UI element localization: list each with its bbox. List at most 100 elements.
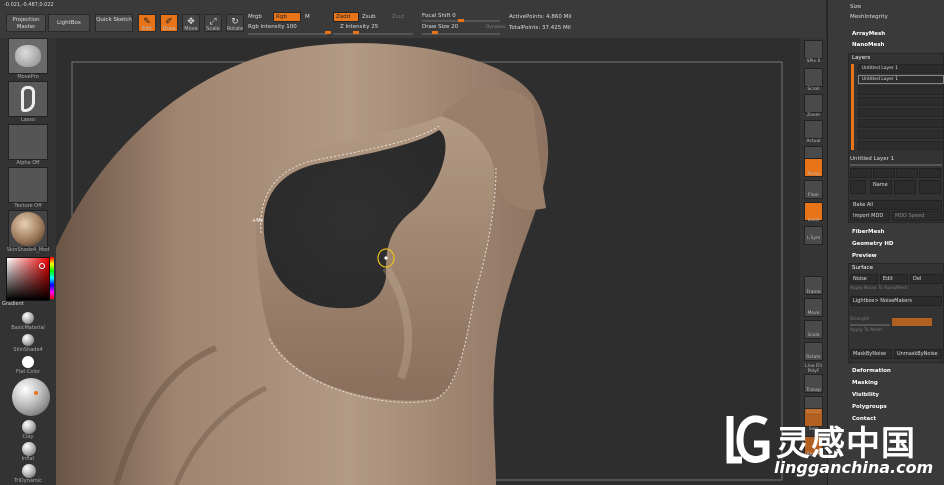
tool-palette: Size MeshIntegrity ArrayMesh NanoMesh La… <box>827 0 944 485</box>
unmask-by-noise-button[interactable]: UnmaskByNoise <box>894 349 942 359</box>
preview-header[interactable]: Preview <box>852 253 877 259</box>
alpha-thumbnail[interactable] <box>8 124 48 160</box>
strength-track[interactable] <box>850 324 890 326</box>
layer-row-1[interactable]: Untitled Layer 1 <box>858 64 944 73</box>
zoom-button[interactable] <box>804 94 823 113</box>
arraymesh-header[interactable]: ArrayMesh <box>852 31 885 37</box>
delete-layer-button[interactable] <box>919 168 941 178</box>
move-down-button[interactable] <box>873 168 895 178</box>
rgb-intensity-track <box>248 33 328 35</box>
z-intensity-handle[interactable] <box>353 31 359 34</box>
scroll-button[interactable] <box>804 68 823 87</box>
layer-name-label: Untitled Layer 1 <box>850 156 895 162</box>
clay-sphere[interactable] <box>22 420 36 434</box>
geometry-hd-header[interactable]: Geometry HD <box>852 241 894 247</box>
layer-copy-button[interactable] <box>894 180 916 194</box>
zcut-button[interactable]: Zcut <box>392 14 404 20</box>
main-material-sphere[interactable] <box>12 378 50 416</box>
deformation-header[interactable]: Deformation <box>852 368 891 374</box>
flat-color-label: Flat Color <box>16 369 40 375</box>
layer-row-empty[interactable] <box>858 108 944 117</box>
surface-header[interactable]: Surface <box>852 265 873 271</box>
layer-row-empty[interactable] <box>858 97 944 106</box>
flat-color-sphere[interactable] <box>22 356 34 368</box>
tridynamic-sphere[interactable] <box>22 464 36 478</box>
rgb-button[interactable]: Rgb <box>273 12 301 22</box>
polygroups-header[interactable]: Polygroups <box>852 404 887 410</box>
layer-thumb-button[interactable] <box>850 180 866 194</box>
brush-thumbnail[interactable] <box>8 38 48 74</box>
mrgb-button[interactable]: Mrgb <box>248 14 262 20</box>
apply-to-mesh-button[interactable]: Apply To Mesh <box>850 328 882 333</box>
hue-slider[interactable] <box>50 257 54 299</box>
inflat-sphere[interactable] <box>22 442 36 456</box>
quick-sketch-button[interactable]: Quick Sketch <box>95 14 133 32</box>
actual-button[interactable] <box>804 120 823 139</box>
import-mdd-button[interactable]: Import MDD <box>850 211 890 221</box>
nanomesh-header[interactable]: NanoMesh <box>852 42 884 48</box>
texture-thumbnail[interactable] <box>8 167 48 203</box>
mdd-speed-slider[interactable]: MDD Speed <box>892 211 942 221</box>
projection-master-button[interactable]: Projection Master <box>6 14 46 32</box>
spix-label: SPix 0 <box>806 59 821 64</box>
apply-noise-nanomesh[interactable]: Apply Noise To NanoMesh <box>850 286 908 291</box>
zsub-button[interactable]: Zsub <box>362 14 376 20</box>
bake-all-button[interactable]: Bake All <box>850 200 942 210</box>
m-button[interactable]: M <box>305 14 310 20</box>
lightbox-noisemakers-button[interactable]: Lightbox> NoiseMakers <box>850 296 942 306</box>
bpr-button[interactable] <box>804 40 823 59</box>
noise-button[interactable]: Noise <box>850 274 878 284</box>
total-points: TotalPoints: 37.425 Mil <box>509 25 571 31</box>
clay-label: Clay <box>22 434 34 440</box>
brush-icon <box>15 45 41 67</box>
layer-split-button[interactable] <box>919 180 941 194</box>
noise-edit-button[interactable]: Edit <box>880 274 908 284</box>
lg-logo-icon <box>726 415 770 464</box>
rotate-label: Rotate <box>226 26 244 32</box>
strength-value-bar[interactable] <box>892 318 932 326</box>
focal-shift-handle[interactable] <box>458 19 464 22</box>
watermark-url: lingganchina.com <box>774 458 934 477</box>
lasso-icon <box>21 86 35 112</box>
material-thumbnail[interactable] <box>8 210 48 248</box>
layer-row-empty[interactable] <box>858 86 944 95</box>
dynamic-toggle[interactable]: Dynamic <box>486 25 506 30</box>
material-sphere-icon <box>11 212 45 246</box>
rgb-intensity-handle[interactable] <box>325 31 331 34</box>
lightbox-button[interactable]: LightBox <box>48 14 90 32</box>
persp-label: Persp <box>807 172 820 177</box>
draw-size-slider[interactable]: Draw Size 20 <box>422 24 458 30</box>
layer-row-empty[interactable] <box>858 141 944 150</box>
mask-by-noise-button[interactable]: MaskByNoise <box>850 349 892 359</box>
strength-slider[interactable]: Strength <box>850 317 869 322</box>
layers-header[interactable]: Layers <box>852 55 870 61</box>
layers-scrollbar[interactable] <box>851 64 854 150</box>
layer-name-button[interactable]: Name <box>870 180 892 194</box>
masking-header[interactable]: Masking <box>852 380 878 386</box>
viewport-canvas[interactable]: +Mk <box>56 38 800 485</box>
basic-material-sphere[interactable] <box>22 312 34 324</box>
watermark-logo <box>722 408 774 476</box>
redo-button[interactable] <box>896 168 918 178</box>
rgb-intensity-slider[interactable]: Rgb Intensity 100 <box>248 24 297 30</box>
transp-label: Transp <box>806 388 821 393</box>
layer-row-2[interactable]: Untitled Layer 1 <box>858 75 944 84</box>
tridynamic-label: TriDynamic <box>14 478 42 484</box>
visibility-header[interactable]: Visibility <box>852 392 879 398</box>
noise-del-button[interactable]: Del <box>910 274 942 284</box>
focal-shift-slider[interactable]: Focal Shift 0 <box>422 13 456 19</box>
draw-size-handle[interactable] <box>432 31 438 34</box>
layer-intensity-track[interactable] <box>850 164 942 166</box>
size-item[interactable]: Size <box>850 4 861 10</box>
skinshade-sphere[interactable] <box>22 334 34 346</box>
scale-label: Scale <box>206 26 220 32</box>
meshintegrity-item[interactable]: MeshIntegrity <box>850 14 888 20</box>
zadd-button[interactable]: Zadd <box>333 12 359 22</box>
stroke-thumbnail[interactable] <box>8 81 48 117</box>
left-shelf: MovePro Lasso Alpha Off Texture Off Skin… <box>0 38 56 485</box>
layer-row-empty[interactable] <box>858 130 944 139</box>
move-up-button[interactable] <box>850 168 872 178</box>
layer-row-empty[interactable] <box>858 119 944 128</box>
fibermesh-header[interactable]: FiberMesh <box>852 229 884 235</box>
z-intensity-slider[interactable]: Z Intensity 25 <box>340 24 378 30</box>
